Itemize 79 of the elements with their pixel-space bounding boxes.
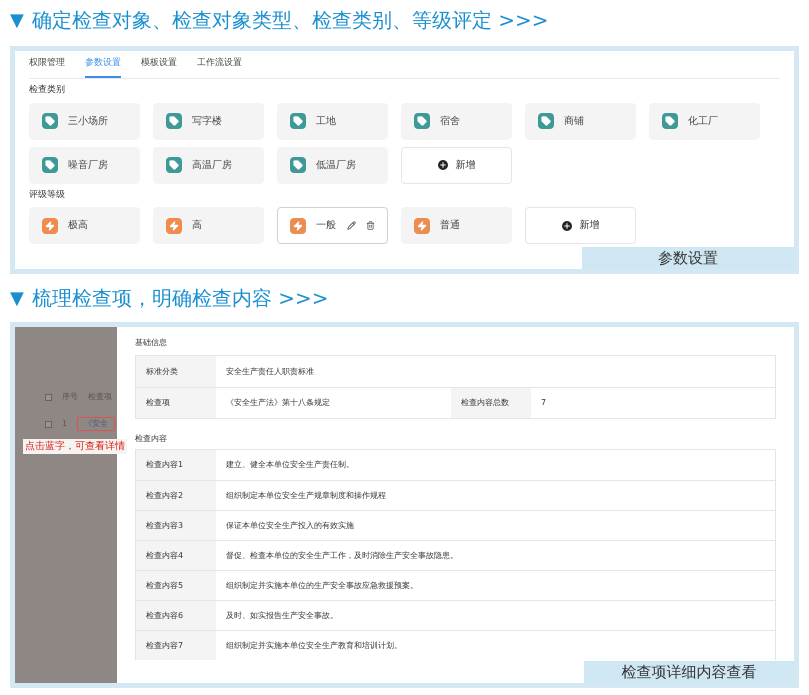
tag-icon bbox=[290, 157, 306, 173]
checkbox[interactable] bbox=[45, 420, 52, 428]
field-value: 7 bbox=[540, 397, 548, 409]
delete-icon[interactable] bbox=[366, 221, 375, 230]
category-card[interactable]: 噪音厂房 bbox=[29, 146, 140, 184]
category-card[interactable]: 化工厂 bbox=[649, 102, 760, 140]
category-card[interactable]: 宿舍 bbox=[401, 102, 512, 140]
card-label: 工地 bbox=[316, 114, 337, 128]
lightning-icon bbox=[166, 218, 182, 234]
card-label: 宿舍 bbox=[440, 114, 461, 128]
tag-icon bbox=[42, 113, 58, 129]
tag-icon bbox=[290, 113, 306, 129]
field-value: 组织制定本单位安全生产规章制度和操作规程 bbox=[225, 490, 387, 502]
field-value: 《安全生产法》第十八条规定 bbox=[225, 397, 331, 409]
tab[interactable]: 工作流设置 bbox=[197, 56, 242, 78]
tag-icon bbox=[166, 157, 182, 173]
field-value: 组织制定并实施本单位的生产安全事故应急救援预案。 bbox=[225, 580, 419, 592]
tag-icon bbox=[42, 157, 58, 173]
tag-icon bbox=[166, 113, 182, 129]
checkbox[interactable] bbox=[45, 394, 52, 400]
section-title: 基础信息 bbox=[135, 337, 168, 349]
category-card[interactable]: 极高 bbox=[29, 207, 140, 244]
section-heading: 梳理检查项，明确检查内容 >>> bbox=[32, 285, 328, 312]
card-label: 三小场所 bbox=[68, 114, 109, 128]
category-card[interactable]: 一般 bbox=[277, 207, 388, 244]
card-label: 噪音厂房 bbox=[68, 158, 109, 172]
card-label: 低温厂房 bbox=[316, 158, 357, 172]
field-label: 检查内容总数 bbox=[451, 388, 531, 418]
lightning-icon bbox=[42, 218, 58, 234]
field-value: 建立、健全本单位安全生产责任制。 bbox=[225, 459, 355, 471]
section-title: 检查类别 bbox=[29, 84, 66, 97]
field-label: 检查项 bbox=[136, 388, 216, 418]
card-label: 写字楼 bbox=[192, 114, 223, 128]
category-card[interactable]: 高 bbox=[153, 207, 264, 244]
field-label: 检查内容5 bbox=[136, 571, 216, 600]
field-value: 组织制定并实施本单位安全生产教育和培训计划。 bbox=[225, 640, 403, 652]
field-value: 安全生产责任人职责标准 bbox=[225, 366, 315, 378]
field-value: 督促、检查本单位的安全生产工作，及时消除生产安全事故隐患。 bbox=[225, 550, 459, 562]
field-label: 检查内容3 bbox=[136, 511, 216, 540]
lightning-icon bbox=[414, 218, 430, 234]
caption-label: 参数设置 bbox=[582, 247, 794, 269]
card-label: 商铺 bbox=[564, 114, 585, 128]
field-value: 保证本单位安全生产投入的有效实施 bbox=[225, 520, 355, 532]
lightning-icon bbox=[290, 218, 306, 234]
category-card[interactable]: 普通 bbox=[401, 207, 512, 244]
card-label: 一般 bbox=[316, 219, 337, 233]
category-card[interactable]: 三小场所 bbox=[29, 102, 140, 140]
edit-icon[interactable] bbox=[347, 221, 356, 230]
field-label: 检查内容6 bbox=[136, 601, 216, 630]
annotation-text: 点击蓝字，可查看详情 bbox=[23, 439, 127, 454]
card-label: 极高 bbox=[68, 218, 89, 233]
tag-icon bbox=[414, 113, 430, 129]
card-label: 化工厂 bbox=[688, 114, 719, 128]
card-label: 普通 bbox=[440, 218, 461, 233]
category-card[interactable]: 商铺 bbox=[525, 102, 636, 140]
tag-icon bbox=[662, 113, 678, 129]
add-button[interactable]: 新增 bbox=[525, 207, 636, 244]
section-heading: 确定检查对象、检查对象类型、检查类别、等级评定 >>> bbox=[32, 7, 548, 34]
section-title: 检查内容 bbox=[135, 433, 168, 445]
category-card[interactable]: 工地 bbox=[277, 102, 388, 140]
category-card[interactable]: 低温厂房 bbox=[277, 146, 388, 184]
field-label: 检查内容4 bbox=[136, 541, 216, 570]
section-title: 评级等级 bbox=[29, 188, 66, 202]
card-label: 高温厂房 bbox=[192, 158, 233, 172]
add-button[interactable]: 新增 bbox=[401, 146, 512, 184]
triangle-icon: ▼ bbox=[10, 6, 24, 34]
triangle-icon: ▼ bbox=[10, 284, 24, 312]
field-label: 标准分类 bbox=[136, 356, 216, 387]
field-value: 及时、如实报告生产安全事故。 bbox=[225, 610, 339, 622]
field-label: 检查内容1 bbox=[136, 450, 216, 480]
tag-icon bbox=[538, 113, 554, 129]
category-card[interactable]: 写字楼 bbox=[153, 102, 264, 140]
category-card[interactable]: 高温厂房 bbox=[153, 146, 264, 184]
card-label: 高 bbox=[192, 218, 203, 233]
tab[interactable]: 权限管理 bbox=[29, 56, 65, 78]
tab[interactable]: 模板设置 bbox=[141, 56, 177, 78]
field-label: 检查内容7 bbox=[136, 631, 216, 660]
field-label: 检查内容2 bbox=[136, 481, 216, 510]
caption-label: 检查项详细内容查看 bbox=[584, 661, 794, 683]
